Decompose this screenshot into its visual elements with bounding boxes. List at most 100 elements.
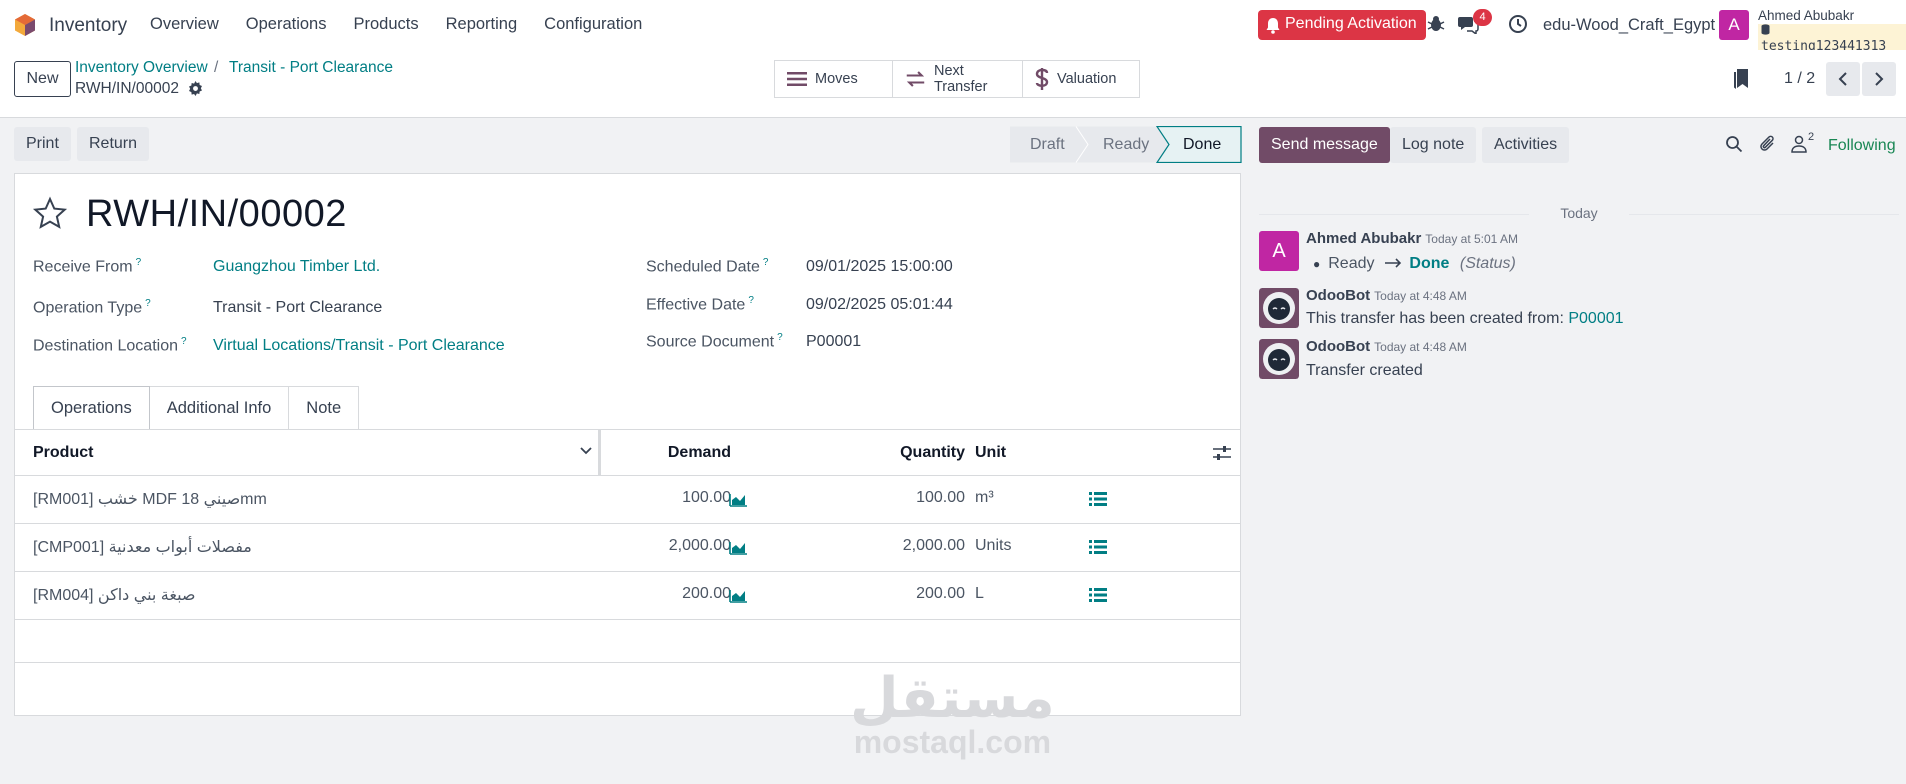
menu-operations[interactable]: Operations bbox=[246, 15, 327, 34]
new-button[interactable]: New bbox=[14, 61, 71, 97]
breadcrumb-separator: / bbox=[214, 59, 219, 76]
source-document-label: Source Document? bbox=[646, 332, 783, 351]
tab-note[interactable]: Note bbox=[288, 386, 360, 429]
pager-next-button[interactable] bbox=[1862, 62, 1896, 96]
app-name[interactable]: Inventory bbox=[49, 15, 127, 37]
new-value: Done bbox=[1409, 255, 1450, 272]
message-author-name[interactable]: OdooBot bbox=[1306, 338, 1370, 355]
product-cell[interactable]: [RM004] صبغة بني داكن bbox=[33, 585, 196, 605]
help-tooltip[interactable]: ? bbox=[136, 257, 142, 268]
paperclip-icon[interactable] bbox=[1759, 135, 1777, 153]
odoobot-avatar[interactable] bbox=[1259, 288, 1299, 328]
message-author[interactable]: Ahmed Abubakr Today at 5:01 AM bbox=[1306, 230, 1518, 247]
details-list-icon[interactable] bbox=[1089, 539, 1107, 555]
source-document-link[interactable]: P00001 bbox=[1568, 310, 1623, 327]
valuation-button[interactable]: Valuation bbox=[1023, 61, 1139, 97]
unit-cell[interactable]: Units bbox=[975, 537, 1011, 555]
column-demand[interactable]: Demand bbox=[635, 444, 731, 462]
message-author[interactable]: OdooBot Today at 4:48 AM bbox=[1306, 287, 1467, 304]
help-tooltip[interactable]: ? bbox=[763, 257, 769, 268]
gear-icon[interactable] bbox=[188, 81, 203, 96]
help-tooltip[interactable]: ? bbox=[181, 336, 187, 347]
form-sheet: RWH/IN/00002 Receive From? Guangzhou Tim… bbox=[14, 173, 1241, 716]
breadcrumb-inventory-overview[interactable]: Inventory Overview bbox=[75, 59, 208, 77]
status-draft[interactable]: Draft bbox=[1030, 136, 1065, 154]
details-list-icon[interactable] bbox=[1089, 491, 1107, 507]
column-unit[interactable]: Unit bbox=[975, 444, 1006, 462]
print-button[interactable]: Print bbox=[14, 127, 71, 161]
menu-overview[interactable]: Overview bbox=[150, 15, 219, 34]
menu-configuration[interactable]: Configuration bbox=[544, 15, 642, 34]
quantity-cell[interactable]: 200.00 bbox=[835, 585, 965, 603]
operation-type-field[interactable]: Transit - Port Clearance bbox=[213, 299, 382, 317]
pager-value[interactable]: 1 / 2 bbox=[1784, 70, 1815, 88]
send-message-button[interactable]: Send message bbox=[1259, 127, 1390, 163]
destination-location-field[interactable]: Virtual Locations/Transit - Port Clearan… bbox=[213, 337, 505, 355]
details-list-icon[interactable] bbox=[1089, 587, 1107, 603]
message-author[interactable]: OdooBot Today at 4:48 AM bbox=[1306, 338, 1467, 355]
following-button[interactable]: Following bbox=[1828, 137, 1896, 155]
column-product[interactable]: Product bbox=[33, 444, 93, 462]
demand-cell[interactable]: 2,000.00 bbox=[615, 537, 731, 555]
bug-icon[interactable] bbox=[1426, 14, 1446, 34]
product-cell[interactable]: [RM001] خشب MDF 18 صينيmm bbox=[33, 489, 267, 509]
activities-button[interactable]: Activities bbox=[1482, 127, 1570, 163]
bookmark-icon[interactable] bbox=[1733, 68, 1749, 90]
company-switcher[interactable]: edu-Wood_Craft_Egypt bbox=[1543, 16, 1715, 35]
demand-cell[interactable]: 200.00 bbox=[615, 585, 731, 603]
follower-count: 2 bbox=[1808, 131, 1815, 143]
help-tooltip[interactable]: ? bbox=[145, 298, 151, 309]
column-quantity[interactable]: Quantity bbox=[835, 444, 965, 462]
demand-cell[interactable]: 100.00 bbox=[615, 489, 731, 507]
chevron-down-icon[interactable] bbox=[580, 446, 592, 456]
breadcrumb-transit-port-clearance[interactable]: Transit - Port Clearance bbox=[229, 59, 393, 77]
quantity-cell[interactable]: 2,000.00 bbox=[835, 537, 965, 555]
message-author-name[interactable]: OdooBot bbox=[1306, 287, 1370, 304]
status-done-current[interactable]: Done bbox=[1183, 136, 1221, 154]
moves-label: Moves bbox=[815, 71, 858, 87]
quantity-cell[interactable]: 100.00 bbox=[835, 489, 965, 507]
scheduled-date-field[interactable]: 09/01/2025 15:00:00 bbox=[806, 258, 953, 276]
table-row[interactable]: [RM004] صبغة بني داكن 200.00 200.00 L bbox=[15, 572, 1240, 620]
moves-button[interactable]: Moves bbox=[775, 61, 893, 97]
unit-cell[interactable]: m³ bbox=[975, 489, 994, 507]
tab-additional-info[interactable]: Additional Info bbox=[148, 386, 290, 429]
column-resize-handle[interactable] bbox=[598, 430, 601, 476]
next-transfer-button[interactable]: Next Transfer bbox=[893, 61, 1023, 97]
search-icon[interactable] bbox=[1725, 135, 1743, 153]
forecast-chart-icon[interactable] bbox=[729, 491, 747, 507]
unit-cell[interactable]: L bbox=[975, 585, 984, 603]
table-row[interactable]: [CMP001] مفصلات أبواب معدنية 2,000.00 2,… bbox=[15, 524, 1240, 572]
product-cell[interactable]: [CMP001] مفصلات أبواب معدنية bbox=[33, 537, 252, 557]
help-tooltip[interactable]: ? bbox=[748, 295, 754, 306]
inventory-app-icon[interactable] bbox=[13, 13, 37, 37]
receive-from-field[interactable]: Guangzhou Timber Ltd. bbox=[213, 258, 380, 276]
menu-reporting[interactable]: Reporting bbox=[446, 15, 518, 34]
star-icon[interactable] bbox=[32, 196, 68, 232]
message-time: Today at 5:01 AM bbox=[1425, 232, 1519, 246]
tracking-value: ● Ready Done (Status) bbox=[1313, 255, 1516, 273]
table-row[interactable]: [RM001] خشب MDF 18 صينيmm 100.00 100.00 … bbox=[15, 476, 1240, 524]
avatar[interactable]: A bbox=[1259, 231, 1299, 271]
clock-icon[interactable] bbox=[1508, 14, 1528, 34]
help-tooltip[interactable]: ? bbox=[777, 332, 783, 343]
pager-previous-button[interactable] bbox=[1826, 62, 1860, 96]
odoobot-avatar[interactable] bbox=[1259, 339, 1299, 379]
source-document-field[interactable]: P00001 bbox=[806, 333, 861, 351]
column-settings-icon[interactable] bbox=[1213, 445, 1231, 461]
user-avatar[interactable]: A bbox=[1719, 10, 1749, 40]
menu-products[interactable]: Products bbox=[353, 15, 418, 34]
return-button[interactable]: Return bbox=[77, 127, 150, 161]
operation-type-label: Operation Type? bbox=[33, 298, 151, 317]
bullet: ● bbox=[1313, 257, 1321, 271]
user-name[interactable]: Ahmed Abubakr bbox=[1758, 8, 1854, 23]
followers-icon[interactable] bbox=[1790, 135, 1808, 153]
tab-operations[interactable]: Operations bbox=[33, 386, 150, 429]
pending-activation-label: Pending Activation bbox=[1285, 15, 1417, 32]
forecast-chart-icon[interactable] bbox=[729, 539, 747, 555]
status-ready[interactable]: Ready bbox=[1103, 136, 1149, 154]
forecast-chart-icon[interactable] bbox=[729, 587, 747, 603]
message-author-name[interactable]: Ahmed Abubakr bbox=[1306, 230, 1421, 247]
pending-activation-button[interactable]: Pending Activation bbox=[1258, 10, 1426, 40]
log-note-button[interactable]: Log note bbox=[1390, 127, 1477, 163]
